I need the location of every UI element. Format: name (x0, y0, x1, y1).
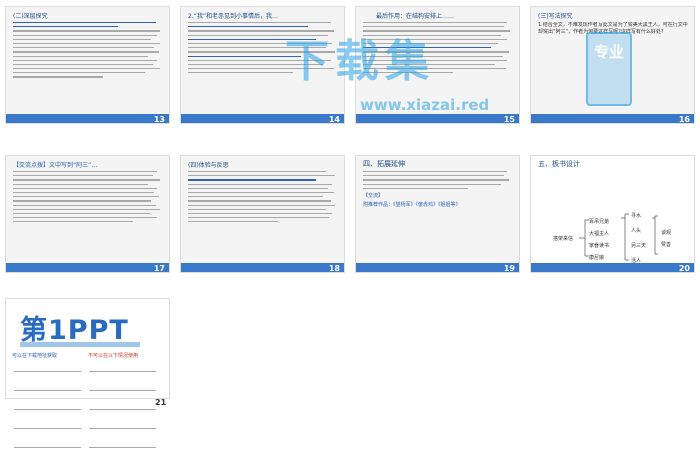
slide-footer-bar: 17 (6, 263, 169, 273)
slide-recommended-works: 附推荐作品：《望杨军》《傻赤鸡》《姐姐等》 (363, 201, 461, 208)
watermark-badge-text: 专业 (593, 43, 624, 61)
slide-title: (三)写法探究 (538, 13, 573, 20)
board-left-item: 大福主人 (589, 231, 610, 237)
watermark-badge: 专业 (586, 32, 632, 106)
board-left-item: 百吊兄弟 (589, 219, 610, 225)
logo-slide-text-block (14, 360, 162, 455)
slide-footer-bar: 13 (6, 114, 169, 124)
slide-thumbnail-18[interactable]: (四)体验与反思 18 (180, 155, 345, 273)
slide-number: 15 (503, 115, 515, 124)
slide-title: 2.“我”和老赤见到小事情后，我… (188, 13, 278, 20)
slide-body (13, 171, 163, 258)
board-center-label: 搭架来信 (553, 236, 574, 242)
slide-note-label: 【交流】 (363, 192, 384, 199)
slide-title: 最后作用：在结构安排上…… (376, 13, 455, 20)
slide-title: 【交流点拨】文中写到“阿三”… (13, 162, 98, 169)
slide-thumbnail-13[interactable]: (二)深层探究 13 (5, 6, 170, 124)
board-left-item: 家眷读书 (589, 243, 610, 249)
board-theme-item: 谈观 (661, 230, 672, 236)
slide-footer-bar: 14 (181, 114, 344, 124)
logo-underline (20, 342, 140, 347)
board-diagram-lines (579, 213, 658, 261)
logo-caption-left: 可以在下载地址获取 (12, 353, 58, 359)
watermark-text: 下载集 (285, 36, 435, 87)
slide-number: 14 (328, 115, 340, 124)
logo-caption-right: 不可以在以下情况使用 (88, 353, 139, 359)
slide-body (188, 171, 338, 258)
slide-number: 17 (153, 264, 165, 273)
watermark-url: www.xiazai.red (360, 96, 490, 114)
slide-number: 19 (503, 264, 515, 273)
slide-body (13, 22, 163, 109)
board-left-item: 康尼娘 (589, 255, 605, 261)
slide-number: 16 (678, 115, 690, 124)
board-right-item: 另三天 (631, 243, 647, 249)
slide-footer-bar: 16 (531, 114, 694, 124)
slide-number: 13 (153, 115, 165, 124)
slide-number: 18 (328, 264, 340, 273)
board-theme-item: 赞善 (661, 242, 672, 248)
slide-number: 20 (678, 264, 690, 273)
slide-footer-bar: 15 (356, 114, 519, 124)
slide-body: 【交流】 附推荐作品：《望杨军》《傻赤鸡》《姐姐等》 (363, 171, 513, 258)
slide-thumbnail-20[interactable]: 五、板书设计 搭架来信 百吊兄弟 大福主人 家眷读书 康尼娘 寻水 人头 另三天… (530, 155, 695, 273)
slide-title: (四)体验与反思 (188, 162, 229, 169)
slide-thumbnail-19[interactable]: 四、拓展延伸 【交流】 附推荐作品：《望杨军》《傻赤鸡》《姐姐等》 19 (355, 155, 520, 273)
slide-title: (二)深层探究 (13, 13, 48, 20)
slide-footer-bar: 18 (181, 263, 344, 273)
board-right-item: 人头 (631, 228, 642, 234)
slide-footer-bar: 20 (531, 263, 694, 273)
slide-footer-bar: 19 (356, 263, 519, 273)
slide-title: 四、拓展延伸 (363, 160, 405, 168)
slide-number: 21 (155, 398, 167, 407)
board-right-item: 寻水 (631, 213, 642, 219)
slide-thumbnail-17[interactable]: 【交流点拨】文中写到“阿三”… 17 (5, 155, 170, 273)
